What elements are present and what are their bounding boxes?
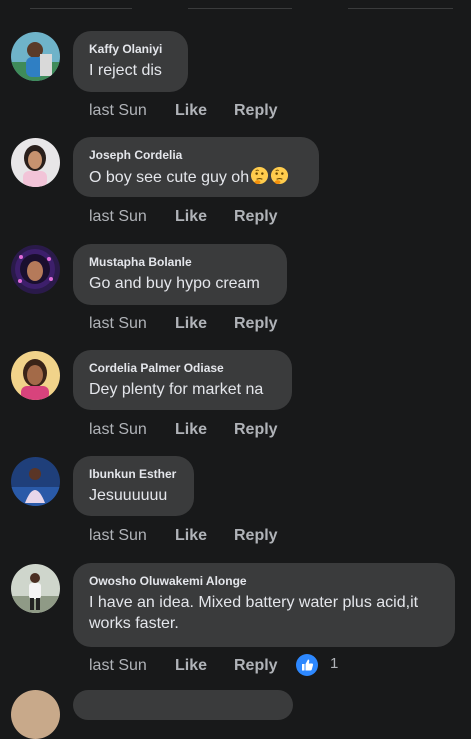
like-button[interactable]: Like bbox=[175, 101, 207, 121]
comment-text: Jesuuuuuu bbox=[89, 487, 168, 504]
comment-time[interactable]: last Sun bbox=[89, 101, 147, 121]
comment-text: O boy see cute guy oh bbox=[89, 166, 303, 188]
comment-time[interactable]: last Sun bbox=[89, 420, 147, 440]
like-button[interactable]: Like bbox=[175, 314, 207, 334]
reaction-count[interactable]: 1 bbox=[330, 654, 338, 674]
comment-author[interactable]: Cordelia Palmer Odiase bbox=[89, 360, 276, 376]
comment-text: Go and buy hypo cream bbox=[89, 275, 260, 292]
comment-author[interactable]: Kaffy Olaniyi bbox=[89, 41, 172, 57]
comment-text: I reject dis bbox=[89, 62, 162, 79]
comment-time[interactable]: last Sun bbox=[89, 207, 147, 227]
comment-time[interactable]: last Sun bbox=[89, 656, 147, 676]
comment-text: I have an idea. Mixed battery water plus… bbox=[89, 594, 423, 632]
avatar[interactable] bbox=[11, 245, 60, 294]
thinking-face-icon bbox=[271, 166, 289, 185]
avatar[interactable] bbox=[11, 457, 60, 506]
avatar[interactable] bbox=[11, 564, 60, 613]
like-button[interactable]: Like bbox=[175, 420, 207, 440]
reply-button[interactable]: Reply bbox=[234, 420, 278, 440]
avatar[interactable] bbox=[11, 32, 60, 81]
comment-author[interactable]: Ibunkun Esther bbox=[89, 466, 178, 482]
thumbs-up-icon[interactable] bbox=[295, 653, 319, 677]
comment-author[interactable]: Mustapha Bolanle bbox=[89, 254, 271, 270]
comment-author[interactable]: Joseph Cordelia bbox=[89, 147, 303, 163]
comment-bubble: Joseph Cordelia O boy see cute guy oh bbox=[73, 137, 319, 197]
reply-button[interactable]: Reply bbox=[234, 314, 278, 334]
comment-time[interactable]: last Sun bbox=[89, 314, 147, 334]
comment-bubble: Kaffy Olaniyi I reject dis bbox=[73, 31, 188, 92]
avatar[interactable] bbox=[11, 351, 60, 400]
comment-text: Dey plenty for market na bbox=[89, 381, 264, 398]
like-button[interactable]: Like bbox=[175, 526, 207, 546]
comment-bubble: Mustapha Bolanle Go and buy hypo cream bbox=[73, 244, 287, 305]
top-dividers bbox=[0, 0, 471, 12]
like-button[interactable]: Like bbox=[175, 656, 207, 676]
avatar[interactable] bbox=[11, 690, 60, 739]
comment-time[interactable]: last Sun bbox=[89, 526, 147, 546]
reply-button[interactable]: Reply bbox=[234, 656, 278, 676]
reply-button[interactable]: Reply bbox=[234, 526, 278, 546]
avatar[interactable] bbox=[11, 138, 60, 187]
comment-bubble: Cordelia Palmer Odiase Dey plenty for ma… bbox=[73, 350, 292, 410]
comment-author[interactable]: Owosho Oluwakemi Alonge bbox=[89, 573, 439, 589]
like-button[interactable]: Like bbox=[175, 207, 207, 227]
reply-button[interactable]: Reply bbox=[234, 101, 278, 121]
comment-bubble bbox=[73, 690, 293, 720]
reply-button[interactable]: Reply bbox=[234, 207, 278, 227]
comment-text-content: O boy see cute guy oh bbox=[89, 169, 250, 186]
comment-bubble: Ibunkun Esther Jesuuuuuu bbox=[73, 456, 194, 516]
comment-bubble: Owosho Oluwakemi Alonge I have an idea. … bbox=[73, 563, 455, 647]
thinking-face-icon bbox=[251, 166, 269, 185]
